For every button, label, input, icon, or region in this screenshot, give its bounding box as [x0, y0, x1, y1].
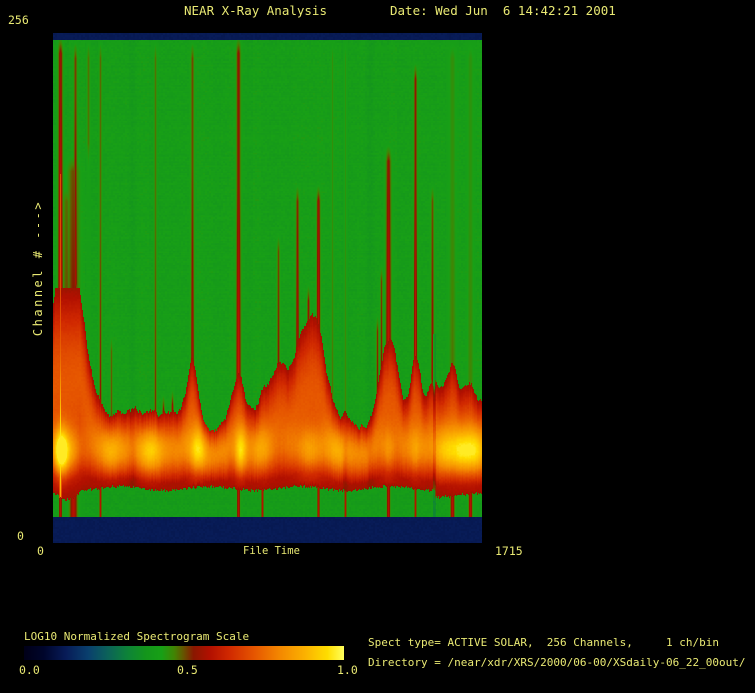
y-axis-max-label: 256	[8, 13, 29, 27]
y-axis-min-label: 0	[17, 529, 24, 543]
colorbar-tick-min: 0.0	[19, 663, 40, 677]
x-axis-label: File Time	[243, 545, 300, 557]
near-xray-analysis-window: NEAR X-Ray Analysis Date: Wed Jun 6 14:4…	[0, 0, 755, 693]
colorbar-title: LOG10 Normalized Spectrogram Scale	[24, 630, 250, 643]
x-axis-min-label: 0	[37, 544, 44, 558]
page-title: NEAR X-Ray Analysis	[184, 3, 327, 18]
x-axis-max-label: 1715	[495, 544, 523, 558]
date-label: Date: Wed Jun 6 14:42:21 2001	[390, 3, 616, 18]
spectrogram-heatmap	[53, 33, 482, 543]
colorbar-tick-max: 1.0	[337, 663, 358, 677]
directory-line: Directory = /near/xdr/XRS/2000/06-00/XSd…	[368, 656, 746, 669]
spect-type-line: Spect type= ACTIVE SOLAR, 256 Channels, …	[368, 636, 719, 649]
colorbar-gradient	[24, 646, 344, 660]
y-axis-label: Channel # --->	[31, 199, 45, 337]
colorbar-tick-mid: 0.5	[177, 663, 198, 677]
